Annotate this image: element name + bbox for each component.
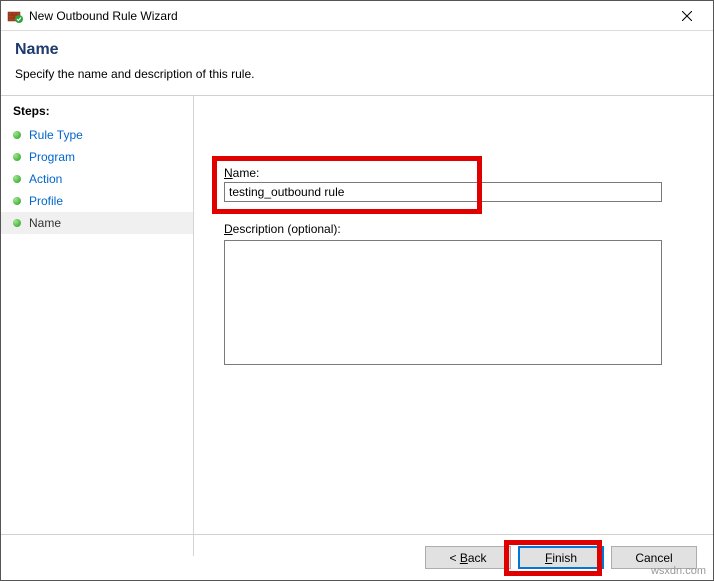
step-action[interactable]: Action — [1, 168, 193, 190]
watermark: wsxdn.com — [651, 565, 706, 577]
step-bullet-icon — [13, 131, 21, 139]
step-label: Action — [29, 172, 62, 186]
back-button[interactable]: < Back — [425, 546, 511, 569]
wizard-window: New Outbound Rule Wizard Name Specify th… — [0, 0, 714, 581]
description-input[interactable] — [224, 240, 662, 365]
step-bullet-icon — [13, 219, 21, 227]
steps-panel: Steps: Rule Type Program Action Profile … — [1, 96, 194, 556]
wizard-header: Name Specify the name and description of… — [1, 31, 713, 96]
titlebar: New Outbound Rule Wizard — [1, 1, 713, 31]
step-name[interactable]: Name — [1, 212, 193, 234]
description-field-block: Description (optional): — [224, 222, 683, 368]
content-panel: Name: Description (optional): — [194, 96, 713, 556]
step-profile[interactable]: Profile — [1, 190, 193, 212]
wizard-body: Steps: Rule Type Program Action Profile … — [1, 96, 713, 556]
page-subtitle: Specify the name and description of this… — [15, 67, 699, 81]
step-rule-type[interactable]: Rule Type — [1, 124, 193, 146]
step-label: Program — [29, 150, 75, 164]
name-label: Name: — [224, 166, 683, 180]
finish-button[interactable]: Finish — [518, 546, 604, 569]
close-button[interactable] — [667, 2, 707, 30]
step-label: Name — [29, 216, 61, 230]
close-icon — [682, 11, 692, 21]
description-label: Description (optional): — [224, 222, 683, 236]
page-title: Name — [15, 41, 699, 59]
firewall-icon — [7, 8, 23, 24]
name-input[interactable] — [224, 182, 662, 202]
window-title: New Outbound Rule Wizard — [29, 9, 667, 23]
step-bullet-icon — [13, 175, 21, 183]
step-program[interactable]: Program — [1, 146, 193, 168]
step-bullet-icon — [13, 197, 21, 205]
step-bullet-icon — [13, 153, 21, 161]
name-field-block: Name: — [224, 166, 683, 202]
step-label: Rule Type — [29, 128, 83, 142]
step-label: Profile — [29, 194, 63, 208]
divider — [1, 534, 713, 535]
steps-header: Steps: — [1, 104, 193, 124]
